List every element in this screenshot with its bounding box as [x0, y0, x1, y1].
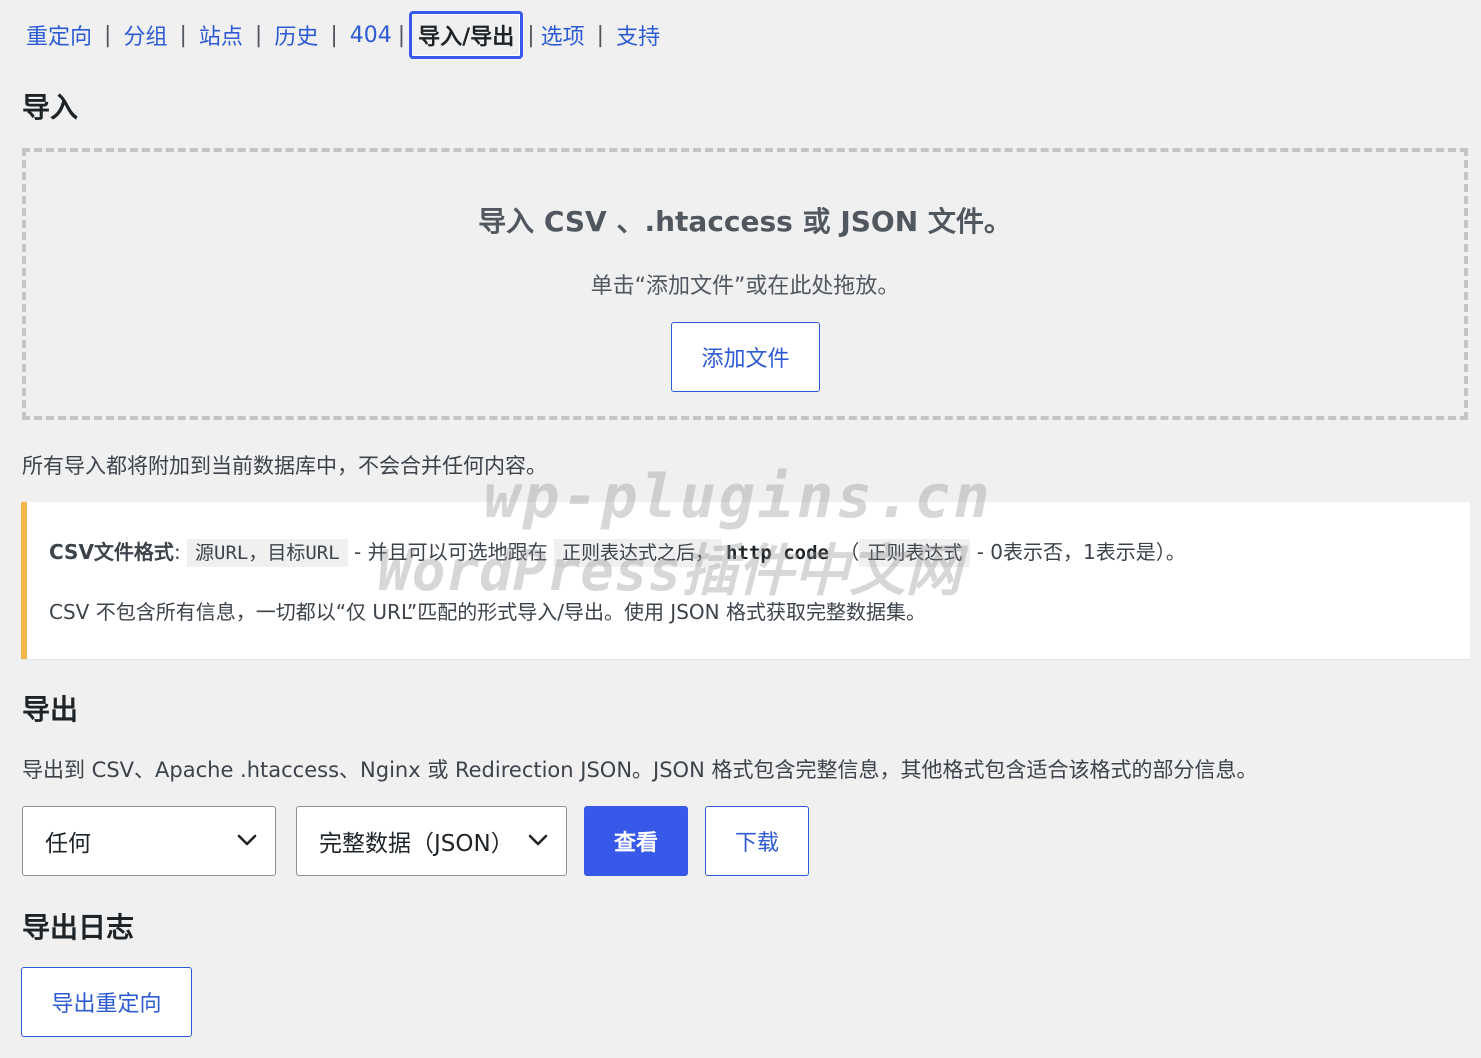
import-heading: 导入	[22, 91, 79, 124]
nav-support[interactable]: 支持	[614, 19, 662, 51]
import-note: 所有导入都将附加到当前数据库中，不会合并任何内容。	[22, 454, 547, 478]
nav-404[interactable]: 404	[348, 23, 394, 48]
export-format-value: 完整数据（JSON）	[319, 831, 514, 857]
subsubsub-nav: 重定向 | 分组 | 站点 | 历史 | 404 | 导入/导出 | 选项 | …	[24, 11, 662, 59]
code-regex-2: 正则表达式	[859, 539, 971, 567]
csv-format-line: CSV文件格式: 源URL，目标URL - 并且可以可选地跟在 正则表达式之后，…	[49, 536, 1186, 567]
csv-format-colon: :	[173, 540, 181, 564]
export-scope-value: 任何	[45, 831, 91, 857]
nav-redirects[interactable]: 重定向	[24, 19, 94, 51]
export-heading: 导出	[22, 693, 79, 726]
code-source-target: 源URL，目标URL	[187, 539, 348, 567]
nav-groups[interactable]: 分组	[121, 19, 169, 51]
csv-format-text-paren: （	[839, 540, 860, 564]
nav-separator: |	[596, 22, 605, 48]
csv-format-notice: CSV文件格式: 源URL，目标URL - 并且可以可选地跟在 正则表达式之后，…	[21, 502, 1470, 659]
code-regex: 正则表达式之后，	[553, 539, 722, 567]
csv-format-label: CSV文件格式	[49, 540, 174, 564]
add-file-button[interactable]: 添加文件	[671, 322, 820, 392]
code-http: http code	[726, 542, 829, 564]
chevron-down-icon	[237, 834, 257, 846]
import-dropzone[interactable]: 导入 CSV 、.htaccess 或 JSON 文件。 单击“添加文件”或在此…	[22, 148, 1468, 420]
dropzone-subtitle: 单击“添加文件”或在此处拖放。	[590, 274, 900, 299]
nav-options[interactable]: 选项	[539, 19, 587, 51]
csv-format-text-mid: - 并且可以可选地跟在	[354, 540, 548, 564]
export-logs-heading: 导出日志	[22, 911, 135, 944]
nav-separator: |	[527, 22, 535, 48]
nav-separator: |	[254, 22, 263, 48]
chevron-down-icon	[528, 834, 548, 846]
nav-separator: |	[330, 22, 338, 48]
nav-separator: |	[397, 22, 406, 48]
export-format-select[interactable]: 完整数据（JSON）	[296, 806, 567, 876]
nav-separator: |	[104, 22, 112, 48]
download-button[interactable]: 下载	[705, 806, 809, 876]
export-redirects-button[interactable]: 导出重定向	[21, 967, 192, 1037]
view-button[interactable]: 查看	[584, 806, 688, 876]
nav-log[interactable]: 历史	[272, 19, 320, 51]
nav-import-export[interactable]: 导入/导出	[409, 11, 524, 59]
dropzone-title: 导入 CSV 、.htaccess 或 JSON 文件。	[478, 205, 1012, 238]
nav-separator: |	[179, 22, 187, 48]
export-description: 导出到 CSV、Apache .htaccess、Nginx 或 Redirec…	[22, 758, 1258, 782]
export-scope-select[interactable]: 任何	[22, 806, 276, 876]
csv-format-text-end: - 0表示否，1表示是）。	[976, 540, 1186, 564]
nav-site[interactable]: 站点	[197, 19, 245, 51]
csv-limit-line: CSV 不包含所有信息，一切都以“仅 URL”匹配的形式导入/导出。使用 JSO…	[49, 600, 926, 624]
